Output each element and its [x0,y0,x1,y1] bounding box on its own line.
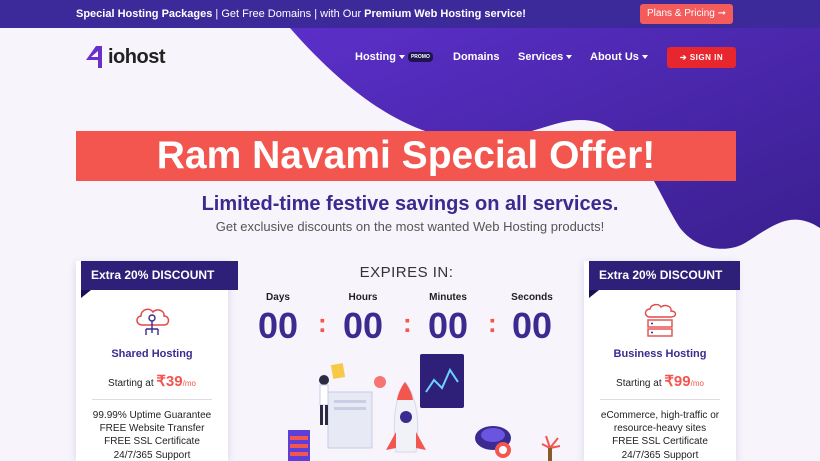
nav-item-about[interactable]: About Us [590,51,648,63]
card-divider [92,399,212,400]
price-amount: ₹39 [156,373,183,390]
countdown-separator: : [403,308,412,338]
card-feature: resource-heavy sites [613,423,707,434]
nav-services-label: Services [518,51,564,63]
price-suffix: /mo [182,379,196,388]
nav-item-domains[interactable]: Domains [453,51,499,63]
announcement-end: Premium Web Hosting service! [364,8,526,20]
price-amount: ₹99 [664,373,691,390]
nav-about-label: About Us [590,51,639,63]
logo-text: iohost [108,45,166,68]
card-feature: FREE SSL Certificate [612,436,708,447]
card-feature: 24/7/365 Support [621,450,699,461]
hero-headline: Limited-time festive savings on all serv… [201,193,619,215]
countdown-minutes-label: Minutes [429,292,467,303]
card-feature: FREE Website Transfer [99,423,205,434]
rocket-launch-illustration [288,354,561,461]
announcement-bar: Special Hosting Packages | Get Free Doma… [0,0,820,28]
ribbon-tail [589,290,599,298]
site-logo[interactable]: iohost [84,45,166,69]
chevron-down-icon [566,55,573,60]
card-feature: eCommerce, high-traffic or [600,410,720,421]
plans-pricing-button[interactable]: Plans & Pricing ➞ [640,4,733,24]
card-feature: 24/7/365 Support [113,450,191,461]
card-title: Shared Hosting [111,348,193,360]
countdown-days-label: Days [266,292,290,303]
countdown-minutes-value: 00 [427,305,469,346]
countdown-seconds-value: 00 [511,305,553,346]
sign-in-button[interactable]: ➔ SIGN IN [667,47,736,68]
card-divider [600,399,720,400]
countdown-hours-value: 00 [342,305,384,346]
nav-item-hosting[interactable]: Hosting PROMO [355,51,433,63]
ribbon-tail [81,290,91,298]
server-cloud-icon [644,303,677,337]
logo-icon [86,46,102,68]
nav-hosting-label: Hosting [355,51,396,63]
card-title: Business Hosting [613,348,707,360]
sign-in-label: SIGN IN [689,53,724,62]
promo-badge: PROMO [407,52,433,63]
shared-hosting-card[interactable]: Extra 20% DISCOUNT Shared Hosting Starti… [76,261,238,461]
nav-item-services[interactable]: Services [518,51,573,63]
cloud-network-icon [136,308,170,335]
price-prefix: Starting at [108,378,157,389]
announcement-mid: | Get Free Domains | with Our [212,8,365,20]
business-hosting-card[interactable]: Extra 20% DISCOUNT Business Hosting Star… [584,261,740,461]
discount-ribbon: Extra 20% DISCOUNT [589,261,740,290]
countdown-separator: : [488,308,497,338]
countdown-separator: : [318,308,327,338]
price-suffix: /mo [690,379,704,388]
card-price: Starting at ₹39/mo [76,372,228,390]
card-feature: 99.99% Uptime Guarantee [92,410,212,421]
chevron-down-icon [641,55,648,60]
countdown-days-value: 00 [257,305,299,346]
announcement-text: Special Hosting Packages | Get Free Doma… [76,8,526,20]
hero-subline: Get exclusive discounts on the most want… [215,219,605,234]
price-prefix: Starting at [616,378,665,389]
countdown-seconds-label: Seconds [511,292,553,303]
countdown-hours-label: Hours [348,292,378,303]
discount-ribbon: Extra 20% DISCOUNT [81,261,238,290]
sign-in-icon: ➔ [679,53,690,62]
card-feature: FREE SSL Certificate [104,436,200,447]
expires-title: EXPIRES IN: [359,264,454,281]
chevron-down-icon [398,55,405,60]
announcement-bold: Special Hosting Packages [76,8,213,20]
card-price: Starting at ₹99/mo [584,372,736,390]
nav-domains-label: Domains [453,51,500,63]
offer-banner: Ram Navami Special Offer! [76,131,736,181]
